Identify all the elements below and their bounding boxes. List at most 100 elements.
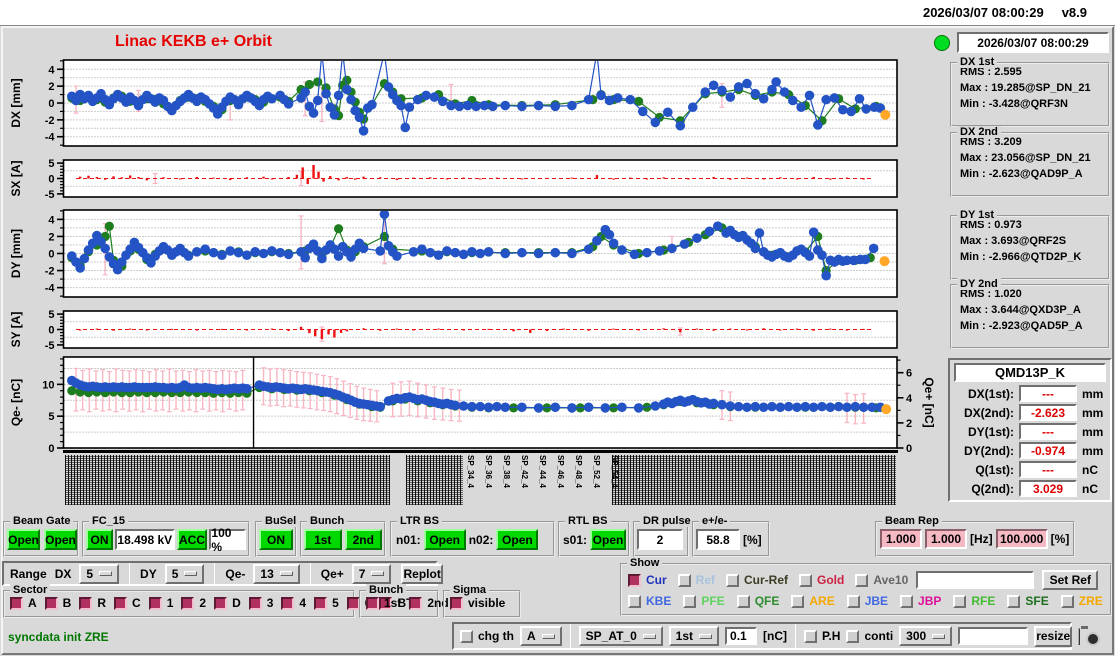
sector-toggle-label: D: [232, 596, 241, 610]
range-qep-menu[interactable]: 7: [351, 563, 392, 584]
svg-text:2: 2: [48, 81, 54, 93]
beam-rep-percent-label: [%]: [1050, 532, 1070, 546]
sector-checkbox[interactable]: [79, 596, 93, 610]
svg-text:0: 0: [48, 325, 54, 337]
stat-min: Min : -2.623@QAD9P_A: [960, 168, 1083, 180]
show-checkbox[interactable]: [799, 573, 813, 587]
spare-input[interactable]: [958, 627, 1029, 645]
show-checkbox[interactable]: [855, 573, 869, 587]
beam-rep-group: Beam Rep 1.000 1.000 [Hz] 100.000 [%]: [875, 515, 1075, 557]
bunch-2nd-button[interactable]: 2nd: [344, 529, 382, 550]
interval-value: 300: [906, 629, 927, 643]
stat-min: Min : -2.923@QAD5P_A: [960, 320, 1083, 332]
beamline-toggle-label: ARE: [809, 594, 835, 608]
option-menu-indicator: [279, 571, 293, 576]
sector-toggle: A: [10, 596, 37, 610]
beam-rep-hz-label: [Hz]: [970, 532, 993, 546]
show-toggle-label: Ref: [695, 573, 716, 587]
sector-toggle-label: 2: [199, 596, 207, 610]
sp-at-menu[interactable]: SP_AT_0: [578, 626, 663, 646]
threshold-input[interactable]: [725, 627, 758, 645]
svg-text:-4: -4: [45, 132, 56, 144]
sector-toggle-label: 4: [299, 596, 307, 610]
sector-checkbox[interactable]: [148, 596, 162, 610]
mode-a-menu[interactable]: A: [520, 626, 562, 646]
range-dx-menu[interactable]: 5: [79, 563, 120, 584]
sector-toggle: 2: [181, 596, 206, 610]
busel-group: BuSel ON: [255, 515, 300, 557]
sector-checkbox[interactable]: [248, 596, 262, 610]
beamline-checkbox[interactable]: [791, 594, 805, 608]
chg-th-label: chg th: [478, 629, 514, 643]
beamline-toggle: QFE: [736, 594, 779, 608]
set-ref-button[interactable]: Set Ref: [1042, 570, 1099, 590]
stats-dy-2nd: DY 2nd RMS : 1.020 Max : 3.644@QXD3P_A M…: [950, 278, 1110, 349]
svg-text:5: 5: [48, 309, 54, 321]
fc15-acc-button[interactable]: ACC: [176, 529, 208, 550]
beamline-toggle: ZRE: [1060, 594, 1103, 608]
beam-gate-2-button[interactable]: Open: [44, 529, 77, 550]
sector-checkbox[interactable]: [314, 596, 328, 610]
fc15-on-button[interactable]: ON: [86, 529, 113, 550]
show-checkbox[interactable]: [628, 573, 641, 587]
svg-text:0: 0: [48, 443, 54, 455]
qmd-row-unit: mm: [1082, 405, 1104, 420]
conti-toggle: conti: [846, 629, 893, 643]
bunch-select-menu[interactable]: 1st: [668, 626, 720, 646]
sector-checkbox[interactable]: [10, 596, 23, 610]
bunch-checkbox[interactable]: [366, 596, 379, 610]
qmd-row: DY(1st): --- mm: [954, 422, 1106, 441]
show-checkbox[interactable]: [726, 573, 740, 587]
sector-group: Sector A B R C 1 2 D 3 4 5 BT: [3, 584, 413, 618]
resize-button[interactable]: resize: [1034, 625, 1073, 647]
option-menu-indicator: [541, 633, 555, 639]
beamline-checkbox[interactable]: [1060, 594, 1074, 608]
svg-text:SX [A]: SX [A]: [9, 160, 23, 196]
beamline-checkbox[interactable]: [900, 594, 914, 608]
ltr-n01-open-button[interactable]: Open: [423, 529, 466, 550]
interval-menu[interactable]: 300: [899, 626, 953, 646]
bpm-name-label: SP_38_4: [502, 455, 511, 488]
bunch-1st-button[interactable]: 1st: [304, 529, 342, 550]
replot-button[interactable]: Replot: [401, 563, 443, 584]
ph-checkbox[interactable]: [804, 629, 818, 643]
sp-at-value: SP_AT_0: [585, 629, 637, 643]
sigma-checkbox[interactable]: [450, 596, 463, 610]
camera-snapshot-button[interactable]: [1078, 625, 1101, 646]
bunch-checkbox[interactable]: [409, 596, 423, 610]
sector-checkbox[interactable]: [44, 596, 58, 610]
sector-checkbox[interactable]: [181, 596, 195, 610]
rtl-s01-open-button[interactable]: Open: [590, 529, 626, 550]
separator: [309, 563, 311, 584]
svg-text:-5: -5: [45, 340, 55, 352]
sector-checkbox[interactable]: [214, 596, 228, 610]
stats-dx-2nd: DX 2nd RMS : 3.209 Max : 23.056@SP_DN_21…: [950, 126, 1110, 197]
beamline-checkbox[interactable]: [628, 594, 641, 608]
qmd-row: DX(2nd): -2.623 mm: [954, 403, 1106, 422]
ref-file-input[interactable]: [916, 571, 1035, 589]
stat-max: Max : 23.056@SP_DN_21: [960, 152, 1091, 164]
beamline-checkbox[interactable]: [1007, 594, 1021, 608]
ltr-n02-open-button[interactable]: Open: [496, 529, 539, 550]
chg-th-checkbox[interactable]: [460, 629, 473, 643]
beamline-checkbox[interactable]: [736, 594, 750, 608]
beam-gate-1-button[interactable]: Open: [7, 529, 40, 550]
qmd-row-unit: mm: [1082, 424, 1104, 439]
busel-on-button[interactable]: ON: [259, 529, 293, 550]
beamline-checkbox[interactable]: [683, 594, 697, 608]
sector-checkbox[interactable]: [346, 596, 360, 610]
svg-text:-2: -2: [45, 115, 55, 127]
sector-checkbox[interactable]: [281, 596, 295, 610]
range-qem-menu[interactable]: 13: [253, 563, 300, 584]
beamline-checkbox[interactable]: [953, 594, 967, 608]
beamline-checkbox[interactable]: [846, 594, 860, 608]
show-checkbox[interactable]: [677, 573, 691, 587]
ph-label: P.H: [822, 629, 841, 643]
beam-rep-value-2: 1.000: [925, 529, 967, 549]
sector-checkbox[interactable]: [114, 596, 128, 610]
stat-min: Min : -3.428@QRF3N: [960, 98, 1068, 110]
conti-checkbox[interactable]: [846, 629, 860, 643]
range-dy-menu[interactable]: 5: [164, 563, 205, 584]
titlebar-version: v8.9: [1061, 5, 1087, 20]
show-toggle: Cur-Ref: [726, 573, 788, 587]
